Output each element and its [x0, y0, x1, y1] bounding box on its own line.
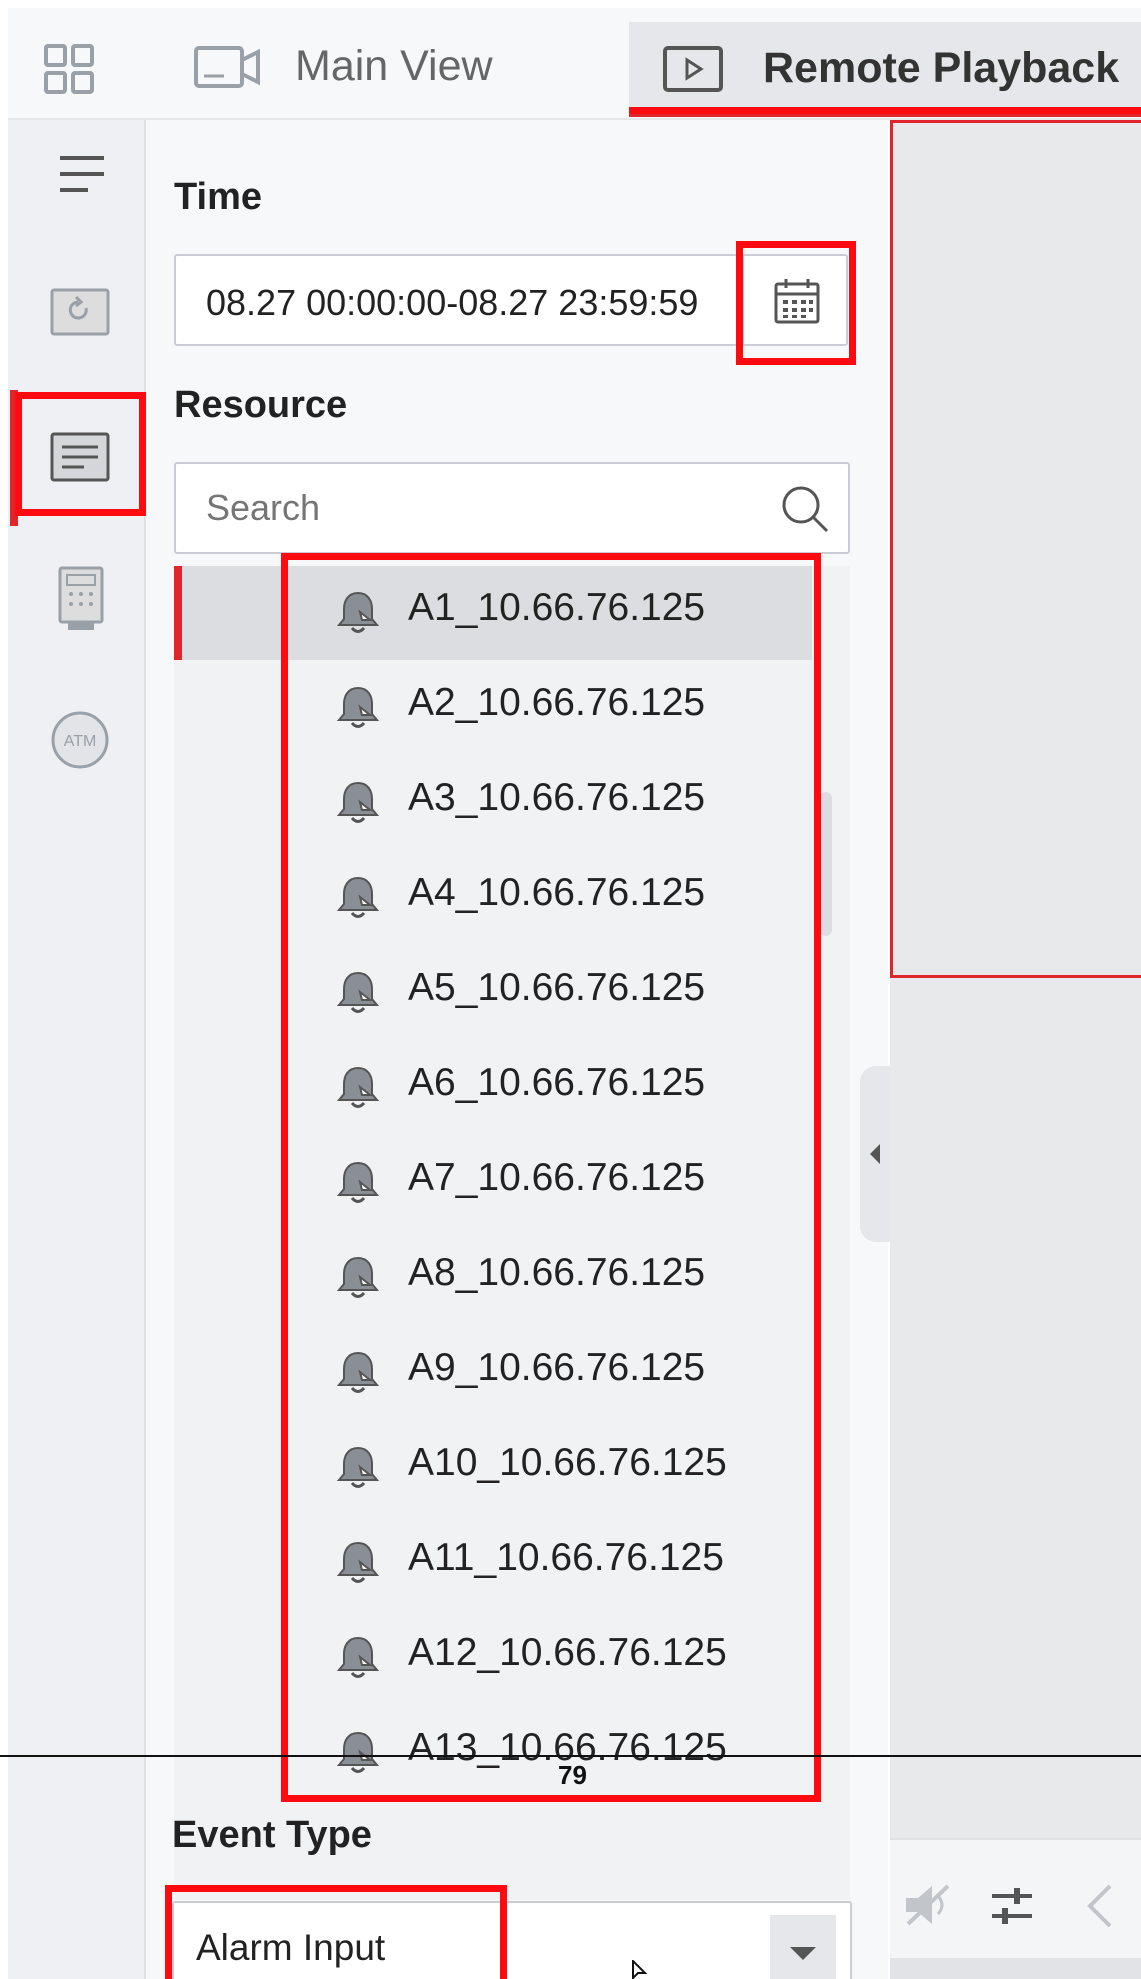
- resource-item-label: A1_10.66.76.125: [408, 586, 706, 629]
- alarm-bell-icon: [336, 1350, 380, 1396]
- playback-toolbar: [890, 1838, 1141, 1958]
- tab-main-view-label: Main View: [295, 42, 493, 90]
- resource-item-label: A5_10.66.76.125: [408, 966, 706, 1009]
- tab-main-view[interactable]: Main View: [190, 28, 510, 108]
- event-type-select[interactable]: Alarm Input: [172, 1901, 852, 1979]
- calendar-icon: [774, 278, 820, 324]
- event-type-title: Event Type: [172, 1814, 372, 1856]
- page-divider: [0, 1755, 1141, 1757]
- alarm-bell-icon: [336, 1255, 380, 1301]
- resource-item[interactable]: A1_10.66.76.125: [294, 566, 810, 658]
- page-number: 79: [558, 1760, 587, 1790]
- resource-item[interactable]: A9_10.66.76.125: [294, 1326, 810, 1418]
- normal-playback-icon[interactable]: [50, 288, 110, 336]
- event-playback-icon[interactable]: [50, 432, 110, 482]
- time-range-field[interactable]: 08.27 00:00:00-08.27 23:59:59: [174, 254, 848, 346]
- alarm-bell-icon: [336, 1065, 380, 1111]
- time-range-value: 08.27 00:00:00-08.27 23:59:59: [206, 282, 699, 323]
- alarm-bell-icon: [336, 590, 380, 636]
- resource-item-label: A10_10.66.76.125: [408, 1441, 727, 1484]
- chevron-down-icon: [788, 1945, 818, 1963]
- time-title: Time: [174, 176, 263, 218]
- resource-item-label: A9_10.66.76.125: [408, 1346, 706, 1389]
- alarm-bell-icon: [336, 780, 380, 826]
- collapse-panel-handle[interactable]: [860, 1066, 890, 1242]
- alarm-bell-icon: [336, 1635, 380, 1681]
- alarm-bell-icon: [336, 685, 380, 731]
- event-type-value: Alarm Input: [196, 1927, 386, 1968]
- resource-item[interactable]: A7_10.66.76.125: [294, 1136, 810, 1228]
- resource-title: Resource: [174, 384, 348, 426]
- resource-item-label: A12_10.66.76.125: [408, 1631, 727, 1674]
- resource-item-label: A6_10.66.76.125: [408, 1061, 706, 1104]
- alarm-bell-icon: [336, 970, 380, 1016]
- calendar-button[interactable]: [742, 256, 846, 344]
- svg-text:ATM: ATM: [64, 733, 97, 750]
- video-window-selected[interactable]: [890, 120, 1141, 978]
- resource-item[interactable]: A6_10.66.76.125: [294, 1041, 810, 1133]
- alarm-bell-icon: [336, 1445, 380, 1491]
- selected-indicator: [10, 390, 18, 526]
- alarm-bell-icon: [336, 875, 380, 921]
- resource-item[interactable]: A10_10.66.76.125: [294, 1421, 810, 1513]
- resource-item[interactable]: A13_10.66.76.125: [294, 1706, 810, 1798]
- tab-remote-playback[interactable]: Remote Playback: [629, 22, 1141, 117]
- menu-icon[interactable]: [58, 154, 106, 194]
- search-input[interactable]: [174, 462, 850, 554]
- resource-list: A1_10.66.76.125 A2_10.66.76.125 A3_10.66.7…: [174, 566, 850, 1900]
- tab-remote-playback-label: Remote Playback: [763, 44, 1120, 92]
- alarm-bell-icon: [336, 1730, 380, 1776]
- atm-icon[interactable]: ATM: [50, 710, 110, 770]
- alarm-bell-icon: [336, 1160, 380, 1206]
- camera-icon: [194, 44, 262, 90]
- adjust-icon[interactable]: [990, 1886, 1034, 1926]
- mouse-cursor: [632, 1958, 652, 1979]
- resource-item[interactable]: A3_10.66.76.125: [294, 756, 810, 848]
- dropdown-button[interactable]: [770, 1915, 836, 1979]
- previous-icon[interactable]: [1086, 1884, 1114, 1928]
- resource-item-label: A2_10.66.76.125: [408, 681, 706, 724]
- timeline-strip: [890, 1958, 1141, 1979]
- resource-item[interactable]: A12_10.66.76.125: [294, 1611, 810, 1703]
- resource-item[interactable]: A11_10.66.76.125: [294, 1516, 810, 1608]
- mute-icon[interactable]: [902, 1882, 954, 1928]
- resource-item-label: A8_10.66.76.125: [408, 1251, 706, 1294]
- pos-device-icon[interactable]: [56, 566, 106, 632]
- search-icon[interactable]: [780, 484, 830, 534]
- resource-item[interactable]: A2_10.66.76.125: [294, 661, 810, 753]
- video-window[interactable]: [890, 978, 1141, 1838]
- resource-item[interactable]: A5_10.66.76.125: [294, 946, 810, 1038]
- grid-icon[interactable]: [44, 44, 94, 94]
- search-input-box[interactable]: [176, 464, 776, 552]
- resource-item-label: A4_10.66.76.125: [408, 871, 706, 914]
- selected-row-indicator: [174, 566, 182, 660]
- resource-rows: A1_10.66.76.125 A2_10.66.76.125 A3_10.66.7…: [294, 566, 814, 1900]
- resource-item[interactable]: A4_10.66.76.125: [294, 851, 810, 943]
- tab-top-border: [629, 107, 1141, 114]
- chevron-left-icon: [868, 1144, 882, 1164]
- playback-icon: [663, 46, 723, 92]
- scrollbar-thumb[interactable]: [820, 792, 832, 936]
- left-icon-strip: ATM: [8, 120, 146, 1979]
- search-panel: Time 08.27 00:00:00-08.27 23:59:59 Resou…: [146, 120, 888, 1979]
- resource-item-label: A7_10.66.76.125: [408, 1156, 706, 1199]
- resource-item[interactable]: A8_10.66.76.125: [294, 1231, 810, 1323]
- alarm-bell-icon: [336, 1540, 380, 1586]
- resource-item-label: A11_10.66.76.125: [408, 1536, 724, 1579]
- resource-item-label: A3_10.66.76.125: [408, 776, 706, 819]
